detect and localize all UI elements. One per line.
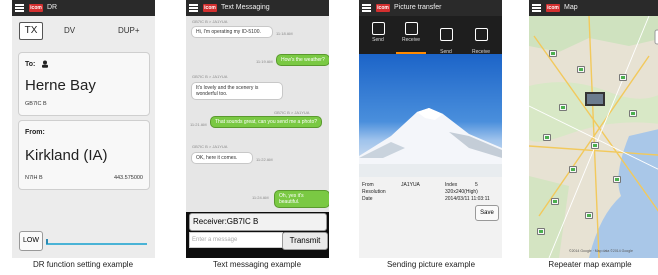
index-value: 5 <box>475 182 478 188</box>
repeater-marker[interactable] <box>629 110 637 117</box>
menu-icon[interactable] <box>15 4 24 12</box>
receiver-field[interactable]: Receiver:GB7IC B <box>189 213 327 231</box>
to-name: Herne Bay <box>25 77 96 94</box>
mode-label: DV <box>64 26 76 35</box>
message-bubble-outgoing: That sounds great, can you send me a pho… <box>210 116 322 128</box>
icom-logo: icom <box>29 4 43 12</box>
repeater-marker[interactable] <box>559 104 567 111</box>
power-low-button[interactable]: LOW <box>19 231 43 251</box>
repeater-marker[interactable] <box>619 74 627 81</box>
tab-label: Receive <box>401 37 421 43</box>
dr-caption: DR function setting example <box>32 260 134 269</box>
tab-send[interactable]: Send <box>363 19 393 54</box>
from-value: JA1YUA <box>401 182 420 188</box>
tab-receive[interactable]: Receive <box>396 19 426 54</box>
to-callsign: GB7IC B <box>25 101 47 107</box>
messaging-caption: Text messaging example <box>212 260 302 269</box>
repeater-marker[interactable] <box>569 166 577 173</box>
message-time: 11:18 AM <box>276 31 293 36</box>
menu-icon[interactable] <box>362 4 371 12</box>
messaging-screen: icom Text Messaging GB7IC B > JA1YUA Hi,… <box>186 0 329 258</box>
picture-tabs: Send Receive Send History Receive Histor… <box>359 16 502 61</box>
tx-button[interactable]: TX <box>19 22 43 40</box>
map-screen: icom Map ©2014 Google · Map data ©2014 G… <box>529 0 658 258</box>
message-meta: GB7IC B > JA1YUA <box>274 110 310 115</box>
repeater-marker[interactable] <box>577 66 585 73</box>
message-time: 11:24 AM <box>252 195 269 200</box>
map-attribution: ©2014 Google · Map data ©2014 Google <box>569 249 633 253</box>
mountain-photo <box>359 54 502 177</box>
picture-transfer-screen: icom Picture transfer Send Receive Send … <box>359 0 502 258</box>
screen-title: Picture transfer <box>394 4 442 11</box>
resolution-value: 320x240(High) <box>445 189 478 195</box>
message-bubble-outgoing: Oh, yes it's beautiful. <box>274 190 329 208</box>
screen-title: Map <box>564 4 578 11</box>
menu-icon[interactable] <box>532 4 541 12</box>
repeater-map[interactable]: ©2014 Google · Map data ©2014 Google <box>529 16 658 258</box>
screen-title: Text Messaging <box>221 4 270 11</box>
message-bubble-incoming: OK, here it comes. <box>191 152 253 164</box>
repeater-marker[interactable] <box>591 142 599 149</box>
message-time: 11:19 AM <box>256 59 273 64</box>
screen-title: DR <box>47 4 58 11</box>
to-card[interactable]: To: Herne Bay GB7IC B <box>18 52 150 116</box>
tab-label: Send <box>372 37 384 43</box>
message-time: 11:22 AM <box>256 157 273 162</box>
send-history-icon <box>439 28 453 41</box>
signal-meter <box>46 239 147 245</box>
from-key: From <box>362 182 374 188</box>
app-bar: icom Picture transfer <box>359 0 502 16</box>
to-label: To: <box>25 61 36 68</box>
icom-logo: icom <box>376 4 390 12</box>
transmit-button[interactable]: Transmit <box>282 232 328 250</box>
duplex-label: DUP+ <box>118 26 140 35</box>
icom-logo: icom <box>546 4 560 12</box>
message-bubble-incoming: It's lovely and the scenery is wonderful… <box>191 82 283 100</box>
save-button[interactable]: Save <box>475 205 499 221</box>
repeater-marker[interactable] <box>551 198 559 205</box>
app-bar: icom DR <box>12 0 155 16</box>
menu-icon[interactable] <box>189 4 198 12</box>
message-list: GB7IC B > JA1YUA Hi, I'm operating my ID… <box>186 16 329 212</box>
dr-screen: icom DR TX DV DUP+ To: Herne Bay GB7IC B… <box>12 0 155 258</box>
message-input[interactable]: Enter a message <box>189 232 283 248</box>
repeater-marker[interactable] <box>537 228 545 235</box>
repeater-marker[interactable] <box>549 50 557 57</box>
from-frequency: 443.575000 <box>113 175 143 181</box>
message-time: 11:21 AM <box>190 122 207 127</box>
picture-send-icon <box>371 22 385 35</box>
from-card[interactable]: From: Kirkland (IA) N7IH B 443.575000 <box>18 120 150 190</box>
resolution-key: Resolution <box>362 189 386 195</box>
from-name: Kirkland (IA) <box>25 147 108 164</box>
repeater-marker[interactable] <box>613 176 621 183</box>
message-bubble-outgoing: How's the weather? <box>276 54 329 66</box>
map-caption: Repeater map example <box>548 260 632 269</box>
mountain-image <box>359 108 502 177</box>
picture-receive-icon <box>404 22 418 35</box>
repeater-marker[interactable] <box>585 212 593 219</box>
tab-receive-history[interactable]: Receive History <box>466 19 496 61</box>
message-meta: GB7IC B > JA1YUA <box>192 74 228 79</box>
tab-send-history[interactable]: Send History <box>431 19 461 61</box>
index-key: Index <box>445 182 458 188</box>
from-callsign: N7IH B <box>25 175 43 181</box>
message-meta: GB7IC B > JA1YUA <box>192 19 228 24</box>
app-bar: icom Text Messaging <box>186 0 329 16</box>
message-meta: GB7IC B > JA1YUA <box>192 144 228 149</box>
repeater-marker[interactable] <box>543 134 551 141</box>
date-value: 2014/03/11 11:03:11 <box>445 196 490 202</box>
app-bar: icom Map <box>529 0 658 16</box>
from-label: From: <box>25 129 45 136</box>
icom-logo: icom <box>203 4 217 12</box>
picture-caption: Sending picture example <box>386 260 476 269</box>
date-key: Date <box>362 196 373 202</box>
dr-panel: TX DV DUP+ To: Herne Bay GB7IC B From: K… <box>12 16 155 258</box>
message-bubble-incoming: Hi, I'm operating my ID-5100. <box>191 26 273 38</box>
receive-history-icon <box>474 28 488 41</box>
person-icon <box>42 60 48 68</box>
